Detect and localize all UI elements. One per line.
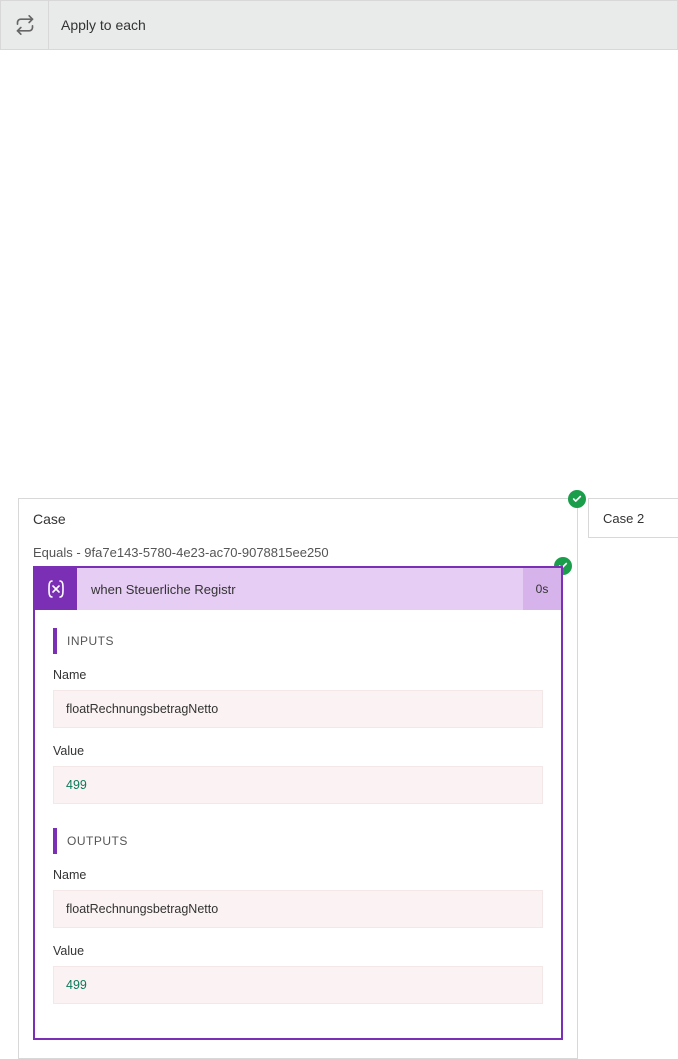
action-title: when Steuerliche Registr [77, 568, 523, 610]
loop-icon [1, 1, 49, 49]
action-body: INPUTS Name floatRechnungsbetragNetto Va… [35, 610, 561, 1038]
inputs-section: INPUTS Name floatRechnungsbetragNetto Va… [53, 628, 543, 804]
action-header[interactable]: when Steuerliche Registr 0s [35, 568, 561, 610]
apply-to-each-header[interactable]: Apply to each [0, 0, 678, 50]
flow-canvas: Case Equals - 9fa7e143-5780-4e23-ac70-90… [0, 50, 678, 1000]
outputs-value-value: 499 [53, 966, 543, 1004]
variable-icon [35, 568, 77, 610]
case-card[interactable]: Case Equals - 9fa7e143-5780-4e23-ac70-90… [18, 498, 578, 1059]
outputs-value-label: Value [53, 944, 543, 958]
inputs-name-value: floatRechnungsbetragNetto [53, 690, 543, 728]
case-condition: Equals - 9fa7e143-5780-4e23-ac70-9078815… [33, 545, 563, 560]
outputs-heading: OUTPUTS [53, 828, 543, 854]
inputs-value-value: 499 [53, 766, 543, 804]
inputs-value-label: Value [53, 744, 543, 758]
outputs-name-value: floatRechnungsbetragNetto [53, 890, 543, 928]
inputs-heading: INPUTS [53, 628, 543, 654]
case-title: Case [33, 511, 563, 527]
action-wrap: when Steuerliche Registr 0s INPUTS Name … [33, 566, 563, 1040]
outputs-section: OUTPUTS Name floatRechnungsbetragNetto V… [53, 828, 543, 1004]
case-2-card[interactable]: Case 2 [588, 498, 678, 538]
success-check-icon [568, 490, 586, 508]
action-card[interactable]: when Steuerliche Registr 0s INPUTS Name … [33, 566, 563, 1040]
case-2-title: Case 2 [603, 511, 644, 526]
inputs-name-label: Name [53, 668, 543, 682]
apply-to-each-title: Apply to each [61, 17, 146, 33]
outputs-name-label: Name [53, 868, 543, 882]
action-duration: 0s [523, 568, 561, 610]
